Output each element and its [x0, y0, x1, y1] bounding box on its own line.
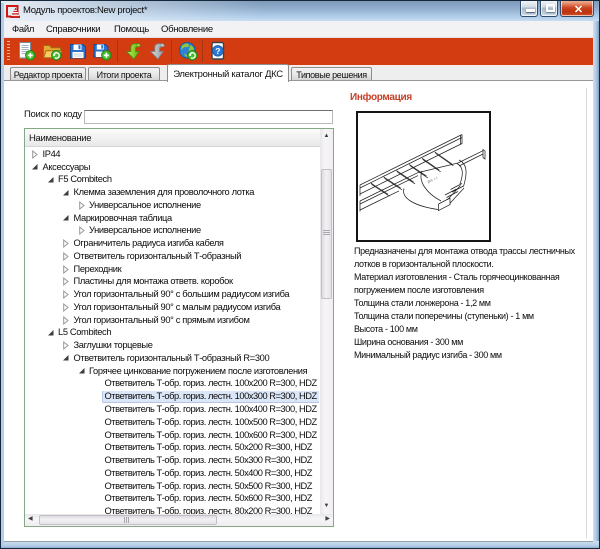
svg-text:ДКС 1.1: ДКС 1.1 [427, 175, 439, 184]
svg-text:?: ? [215, 46, 220, 56]
